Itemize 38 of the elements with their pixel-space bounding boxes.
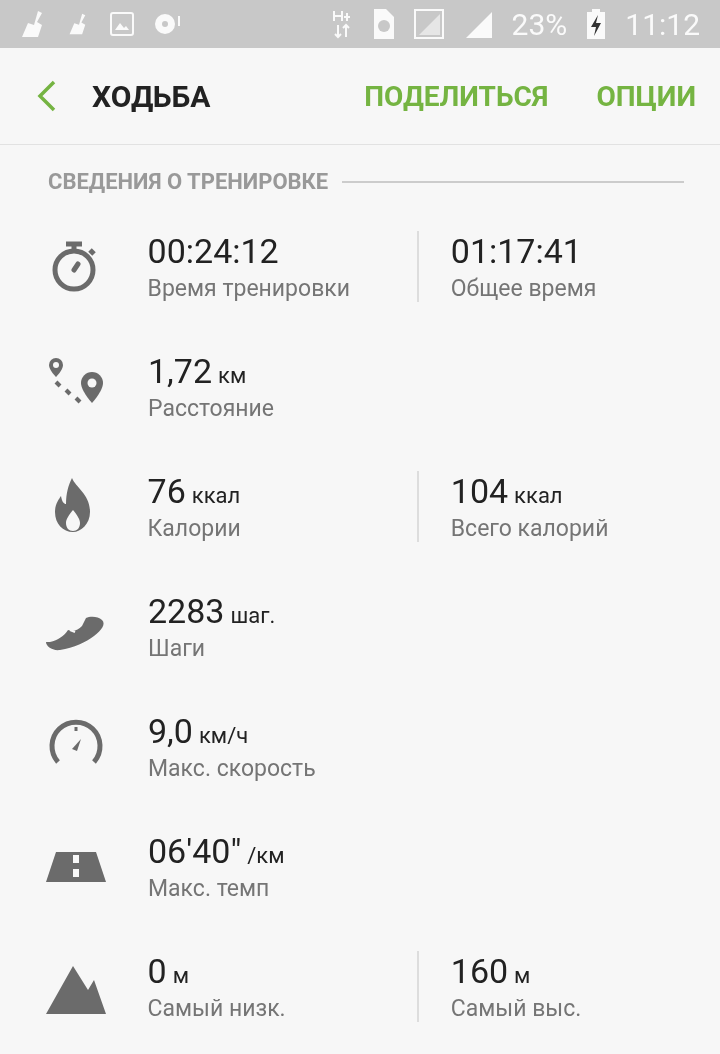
stat-unit: км/ч bbox=[198, 722, 249, 748]
stat-value: 9,0 bbox=[148, 710, 193, 751]
stat-unit: ккал bbox=[191, 482, 241, 508]
stat-label: Шаги bbox=[148, 634, 207, 662]
stat-value: 76 bbox=[147, 470, 186, 511]
disc-icon bbox=[154, 12, 182, 36]
section-title: СВЕДЕНИЯ О ТРЕНИРОВКЕ bbox=[48, 169, 329, 194]
stat-label: Макс. скорость bbox=[148, 754, 317, 782]
stat-label: Общее время bbox=[450, 274, 598, 302]
data-arrows-icon bbox=[331, 9, 352, 39]
stat-value: 160 bbox=[450, 950, 509, 991]
action-link[interactable]: ОПЦИИ bbox=[596, 79, 696, 113]
stat-unit: /км bbox=[247, 842, 285, 868]
image-icon bbox=[110, 12, 134, 36]
sim-card-icon bbox=[371, 9, 394, 39]
stat-unit: м bbox=[514, 962, 531, 988]
stat-value: 01:17:41 bbox=[450, 230, 582, 271]
stat-unit: км bbox=[218, 362, 247, 388]
stat-value: 06'40" bbox=[148, 830, 242, 871]
screen-title: ХОДЬБА bbox=[92, 78, 212, 114]
stat-value: 00:24:12 bbox=[147, 230, 279, 271]
stat-value: 104 bbox=[450, 470, 509, 511]
stat-label: Макс. темп bbox=[148, 874, 271, 902]
stat-label: Самый выс. bbox=[450, 994, 583, 1022]
stat-value: 2283 bbox=[148, 590, 225, 631]
stat-label: Калории bbox=[147, 514, 242, 542]
battery-charging-icon bbox=[587, 9, 606, 39]
stat-value: 0 bbox=[147, 950, 167, 991]
stat-unit: ккал bbox=[514, 482, 563, 508]
stat-label: Всего калорий bbox=[450, 514, 610, 542]
stat-label: Самый низк. bbox=[147, 994, 287, 1022]
signal-icon bbox=[413, 9, 444, 39]
stat-label: Расстояние bbox=[148, 394, 276, 422]
stat-unit: м bbox=[172, 962, 189, 988]
action-link[interactable]: ПОДЕЛИТЬСЯ bbox=[364, 79, 549, 113]
stat-label: Время тренировки bbox=[147, 274, 351, 302]
stat-value: 1,72 bbox=[148, 350, 212, 391]
stat-unit: шаг. bbox=[230, 602, 276, 628]
